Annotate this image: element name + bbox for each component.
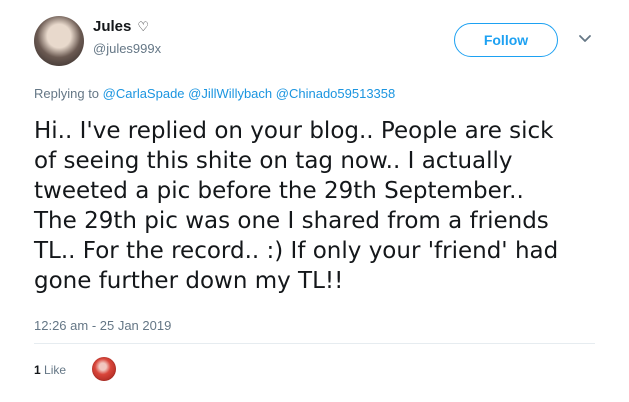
- author-handle[interactable]: @jules999x: [93, 41, 161, 56]
- mention-link[interactable]: @Chinado59513358: [276, 86, 395, 101]
- mention-link[interactable]: @CarlaSpade: [103, 86, 185, 101]
- divider: [34, 343, 595, 344]
- tweet-line: Hi.. I've replied on your blog.. People …: [34, 118, 554, 144]
- likes-label: Like: [44, 363, 67, 377]
- tweet-line: of seeing this shite on tag now.. I actu…: [34, 148, 513, 174]
- author-name[interactable]: Jules ♡: [93, 18, 149, 35]
- replying-to: Replying to @CarlaSpade @JillWillybach @…: [34, 86, 395, 101]
- tweet-timestamp[interactable]: 12:26 am - 25 Jan 2019: [34, 318, 171, 333]
- tweet-text: Hi.. I've replied on your blog.. People …: [34, 116, 604, 296]
- heart-icon: ♡: [137, 18, 150, 34]
- tweet-line: gone further down my TL!!: [34, 268, 344, 294]
- author-name-text[interactable]: Jules: [93, 18, 131, 35]
- mention-link[interactable]: @JillWillybach: [188, 86, 272, 101]
- likes-count[interactable]: 1 Like: [34, 363, 66, 377]
- tweet-line: tweeted a pic before the 29th September.…: [34, 178, 524, 204]
- tweet-line: The 29th pic was one I shared from a fri…: [34, 208, 549, 234]
- likes-number: 1: [34, 363, 41, 377]
- tweet-line: TL.. For the record.. :) If only your 'f…: [34, 238, 559, 264]
- author-avatar[interactable]: [34, 16, 84, 66]
- replying-to-prefix: Replying to: [34, 86, 100, 101]
- liker-avatar[interactable]: [92, 357, 116, 381]
- follow-button[interactable]: Follow: [454, 23, 558, 57]
- chevron-down-icon[interactable]: [578, 32, 592, 46]
